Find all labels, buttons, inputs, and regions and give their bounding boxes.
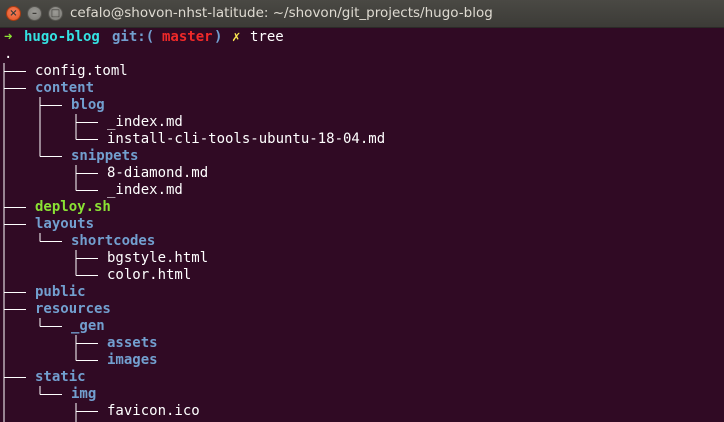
tree-directory: img bbox=[71, 386, 97, 402]
tree-file: color.html bbox=[107, 267, 192, 283]
tree-directory: assets bbox=[107, 335, 158, 351]
tree-root: . bbox=[4, 46, 13, 62]
tree-directory: _gen bbox=[71, 318, 105, 334]
prompt-arrow-icon: ➜ bbox=[4, 29, 13, 45]
tree-row: blog bbox=[0, 97, 724, 114]
title-bar[interactable]: × – □ cefalo@shovon-nhst-latitude: ~/sho… bbox=[0, 0, 724, 28]
tree-connector bbox=[3, 114, 98, 131]
tree-file: config.toml bbox=[35, 63, 128, 79]
tree-row: config.toml bbox=[0, 63, 724, 80]
terminal-window: × – □ cefalo@shovon-nhst-latitude: ~/sho… bbox=[0, 0, 724, 422]
tree-directory: static bbox=[35, 369, 86, 385]
tree-row: favicon.ico bbox=[0, 403, 724, 420]
tree-connector bbox=[3, 165, 98, 182]
tree-row: _index.md bbox=[0, 182, 724, 199]
tree-file: _index.md bbox=[107, 182, 183, 198]
terminal-output[interactable]: ➜ hugo-blog git:( master ) ✗ tree . conf… bbox=[0, 29, 724, 422]
tree-directory: shortcodes bbox=[71, 233, 156, 249]
git-label: git:( bbox=[112, 29, 155, 45]
tree-row: assets bbox=[0, 335, 724, 352]
window-title: cefalo@shovon-nhst-latitude: ~/shovon/gi… bbox=[70, 5, 493, 21]
tree-row: _index.md bbox=[0, 114, 724, 131]
tree-connector bbox=[3, 403, 98, 420]
tree-directory: resources bbox=[35, 301, 111, 317]
tree-row: snippets bbox=[0, 148, 724, 165]
close-button[interactable]: × bbox=[6, 6, 21, 21]
shell-prompt: ➜ hugo-blog git:( master ) ✗ tree bbox=[0, 29, 724, 46]
tree-row: img bbox=[0, 386, 724, 403]
tree-row: static bbox=[0, 369, 724, 386]
tree-row: resources bbox=[0, 301, 724, 318]
minimize-icon: – bbox=[32, 8, 37, 19]
tree-directory: snippets bbox=[71, 148, 139, 164]
tree-row: 8-diamond.md bbox=[0, 165, 724, 182]
tree-directory: images bbox=[107, 352, 158, 368]
close-icon: × bbox=[9, 8, 18, 19]
typed-command: tree bbox=[250, 29, 284, 45]
tree-connector bbox=[3, 335, 98, 352]
tree-file: deploy.sh bbox=[35, 199, 111, 215]
tree-row: color.html bbox=[0, 267, 724, 284]
git-label-close: ) bbox=[214, 29, 223, 45]
tree-connector bbox=[3, 250, 98, 267]
maximize-button[interactable]: □ bbox=[48, 6, 63, 21]
tree-row: install-cli-tools-ubuntu-18-04.md bbox=[0, 131, 724, 148]
tree-row: shortcodes bbox=[0, 233, 724, 250]
tree-row: bgstyle.html bbox=[0, 250, 724, 267]
tree-row: content bbox=[0, 80, 724, 97]
tree-row: layouts bbox=[0, 216, 724, 233]
tree-directory: content bbox=[35, 80, 95, 96]
git-dirty-icon: ✗ bbox=[232, 29, 241, 45]
git-branch: master bbox=[162, 29, 213, 45]
tree-connector bbox=[3, 267, 98, 284]
tree-connector bbox=[3, 131, 98, 148]
tree-connector bbox=[3, 182, 98, 199]
tree-file: install-cli-tools-ubuntu-18-04.md bbox=[107, 131, 386, 147]
tree-file: favicon.ico bbox=[107, 403, 200, 419]
tree-file: 8-diamond.md bbox=[107, 165, 209, 181]
tree-row: images bbox=[0, 352, 724, 369]
tree-row: public bbox=[0, 284, 724, 301]
tree-connector bbox=[3, 352, 98, 369]
minimize-button[interactable]: – bbox=[27, 6, 42, 21]
tree-directory: layouts bbox=[35, 216, 95, 232]
maximize-icon: □ bbox=[50, 8, 61, 19]
tree-directory: public bbox=[35, 284, 86, 300]
tree-file: _index.md bbox=[107, 114, 183, 130]
tree-file: bgstyle.html bbox=[107, 250, 209, 266]
prompt-directory: hugo-blog bbox=[24, 29, 100, 45]
tree-row: deploy.sh bbox=[0, 199, 724, 216]
tree-row: _gen bbox=[0, 318, 724, 335]
tree-directory: blog bbox=[71, 97, 105, 113]
